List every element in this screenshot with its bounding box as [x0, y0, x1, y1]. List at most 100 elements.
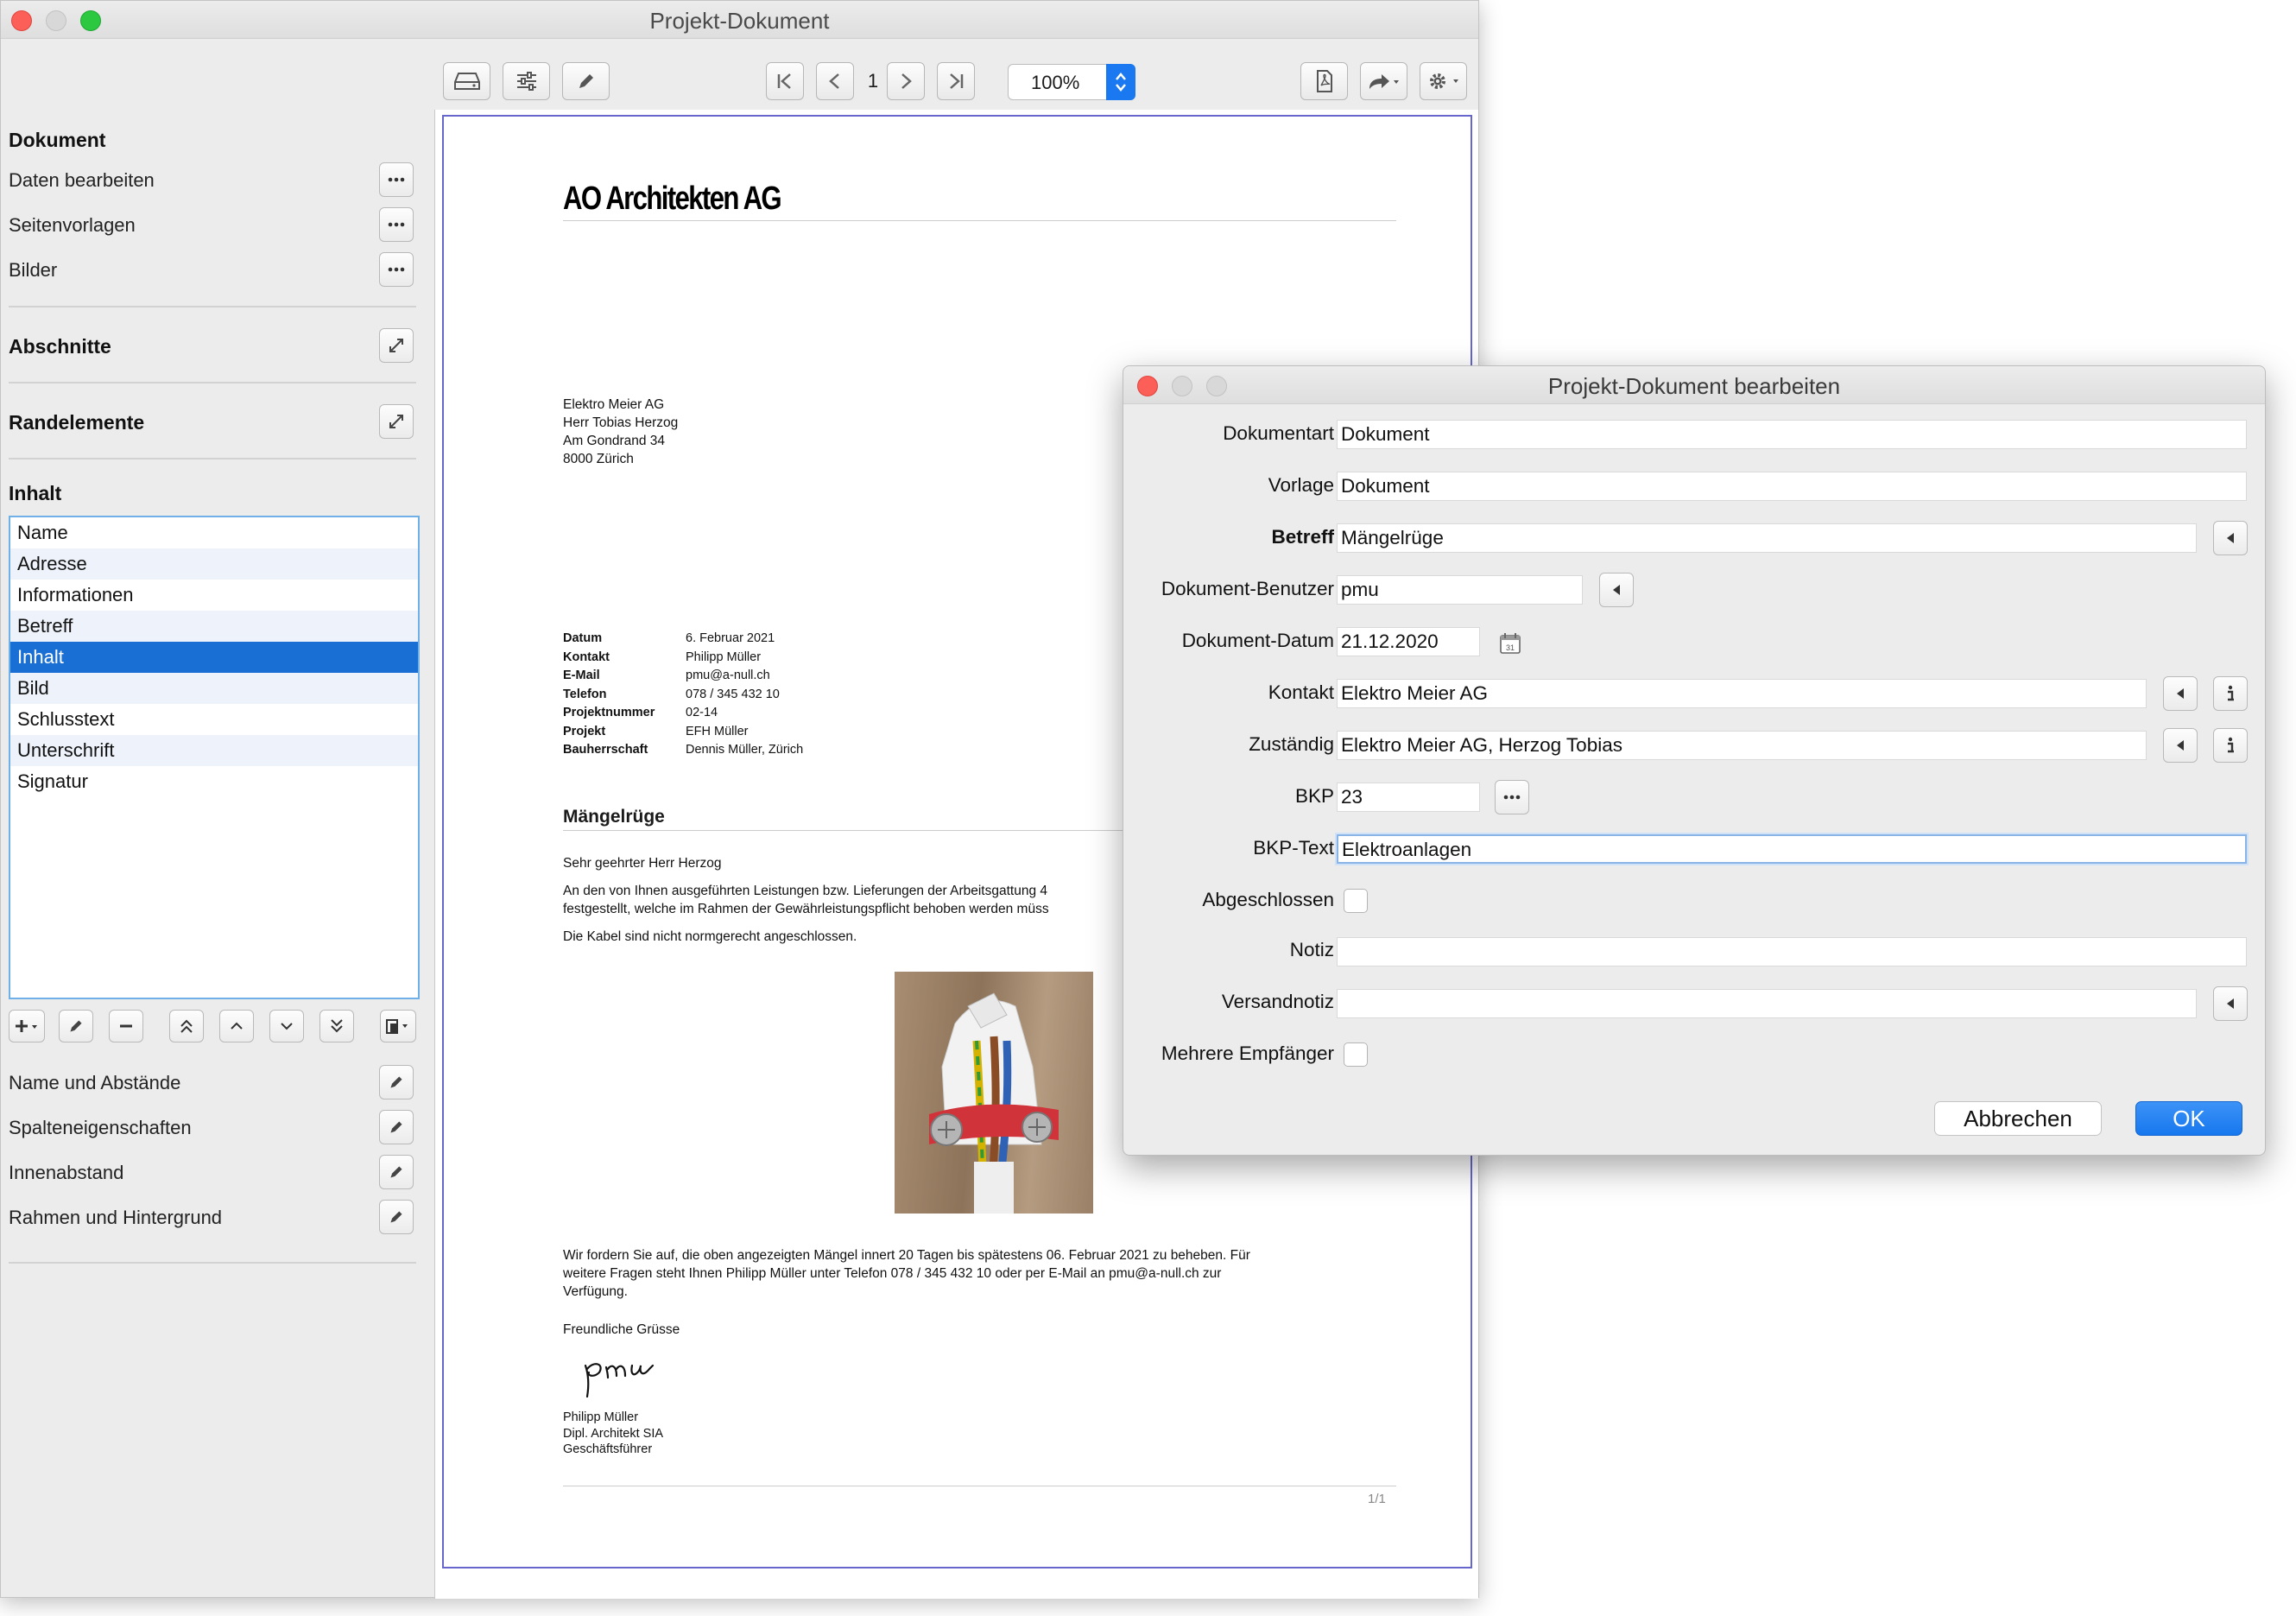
- double-chevron-down-icon: [331, 1019, 343, 1033]
- settings-sliders-button[interactable]: [503, 62, 550, 100]
- paste-button[interactable]: [380, 1010, 416, 1042]
- notiz-field[interactable]: [1337, 937, 2247, 966]
- info-label: E-Mail: [563, 669, 600, 682]
- ok-button[interactable]: OK: [2135, 1101, 2242, 1136]
- bilder-button[interactable]: [379, 252, 414, 287]
- abgeschlossen-checkbox[interactable]: [1344, 889, 1368, 913]
- spalteneigenschaften-edit-button[interactable]: [379, 1110, 414, 1144]
- divider: [9, 458, 416, 459]
- kontakt-info-button[interactable]: [2213, 676, 2248, 711]
- closing-line: Wir fordern Sie auf, die oben angezeigte…: [563, 1248, 1250, 1263]
- dialog-title: Projekt-Dokument bearbeiten: [1547, 373, 1841, 399]
- pencil-icon: [390, 1211, 402, 1223]
- list-item[interactable]: Bild: [10, 673, 418, 704]
- main-titlebar: Projekt-Dokument: [1, 1, 1478, 39]
- info-label: Bauherrschaft: [563, 743, 648, 757]
- ellipsis-icon: [388, 222, 405, 227]
- chevron-down-icon: [281, 1023, 293, 1030]
- gear-menu-button[interactable]: [1420, 62, 1467, 100]
- datum-field[interactable]: 21.12.2020: [1337, 627, 1480, 656]
- section-randelemente-heading: Randelemente: [9, 411, 145, 434]
- up-down-chevron-icon: [1116, 73, 1126, 92]
- previous-page-button[interactable]: [816, 62, 854, 100]
- list-item[interactable]: Betreff: [10, 611, 418, 642]
- kontakt-field[interactable]: Elektro Meier AG: [1337, 679, 2147, 708]
- randelemente-expand-button[interactable]: [379, 404, 414, 439]
- list-item[interactable]: Signatur: [10, 766, 418, 797]
- list-item[interactable]: Inhalt: [10, 642, 418, 673]
- info-value: 02-14: [686, 706, 718, 719]
- content-list[interactable]: Name Adresse Informationen Betreff Inhalt Bil…: [9, 516, 420, 999]
- benutzer-label: Dokument-Benutzer: [1161, 578, 1334, 599]
- seitenvorlagen-button[interactable]: [379, 207, 414, 242]
- divider: [9, 1262, 416, 1264]
- list-item[interactable]: Adresse: [10, 548, 418, 580]
- zoom-select[interactable]: 100%: [1008, 64, 1135, 100]
- body-line: Die Kabel sind nicht normgerecht angesch…: [563, 929, 857, 944]
- page-number: 1: [867, 70, 879, 92]
- bkp-browse-button[interactable]: [1495, 780, 1529, 814]
- innenabstand-edit-button[interactable]: [379, 1155, 414, 1189]
- calendar-button[interactable]: 31: [1493, 626, 1528, 661]
- share-button[interactable]: [1360, 62, 1407, 100]
- zustaendig-info-button[interactable]: [2213, 728, 2248, 763]
- betreff-picker-button[interactable]: [2213, 521, 2248, 555]
- zustaendig-picker-button[interactable]: [2163, 728, 2198, 763]
- benutzer-picker-button[interactable]: [1599, 573, 1634, 607]
- add-item-button[interactable]: [9, 1010, 45, 1042]
- dialog-titlebar: Projekt-Dokument bearbeiten: [1123, 366, 2265, 404]
- section-abschnitte-heading: Abschnitte: [9, 335, 111, 358]
- rahmen-und-hintergrund-edit-button[interactable]: [379, 1200, 414, 1234]
- edit-item-button[interactable]: [59, 1010, 93, 1042]
- vorlage-field[interactable]: Dokument: [1337, 472, 2247, 501]
- remove-item-button[interactable]: [109, 1010, 143, 1042]
- list-item[interactable]: Name: [10, 517, 418, 548]
- share-arrow-icon: [1369, 74, 1399, 89]
- list-item[interactable]: Schlusstext: [10, 704, 418, 735]
- spalteneigenschaften-label: Spalteneigenschaften: [9, 1117, 192, 1138]
- benutzer-field[interactable]: pmu: [1337, 575, 1583, 605]
- cancel-button[interactable]: Abbrechen: [1934, 1101, 2102, 1136]
- zoom-stepper[interactable]: [1106, 64, 1135, 100]
- move-up-button[interactable]: [219, 1010, 254, 1042]
- move-down-button[interactable]: [269, 1010, 304, 1042]
- dokumentart-field[interactable]: Dokument: [1337, 420, 2247, 449]
- list-item[interactable]: Unterschrift: [10, 735, 418, 766]
- bkp-field[interactable]: 23: [1337, 783, 1480, 812]
- closing-line: weitere Fragen steht Ihnen Philipp Mülle…: [563, 1266, 1222, 1281]
- chevron-up-icon: [231, 1022, 243, 1030]
- info-value: EFH Müller: [686, 724, 749, 738]
- notiz-label: Notiz: [1289, 939, 1334, 960]
- mehrere-empfaenger-checkbox[interactable]: [1344, 1042, 1368, 1067]
- edit-button[interactable]: [562, 62, 610, 100]
- zustaendig-field[interactable]: Elektro Meier AG, Herzog Tobias: [1337, 731, 2147, 760]
- handwritten-signature: [573, 1350, 677, 1398]
- betreff-field[interactable]: Mängelrüge: [1337, 523, 2197, 553]
- move-to-top-button[interactable]: [169, 1010, 204, 1042]
- bkp-text-field[interactable]: Elektroanlagen: [1337, 834, 2247, 864]
- name-und-abstaende-edit-button[interactable]: [379, 1065, 414, 1100]
- kontakt-picker-button[interactable]: [2163, 676, 2198, 711]
- zoom-value: 100%: [1031, 72, 1080, 93]
- pencil-icon: [390, 1121, 402, 1133]
- vorlage-label: Vorlage: [1268, 474, 1334, 496]
- daten-bearbeiten-button[interactable]: [379, 162, 414, 197]
- info-value: 6. Februar 2021: [686, 631, 775, 645]
- last-page-icon: [950, 73, 964, 89]
- versandnotiz-picker-button[interactable]: [2213, 986, 2248, 1021]
- name-und-abstaende-label: Name und Abstände: [9, 1072, 181, 1093]
- first-page-button[interactable]: [766, 62, 804, 100]
- versandnotiz-field[interactable]: [1337, 989, 2197, 1018]
- storage-button[interactable]: [443, 62, 490, 100]
- svg-text:31: 31: [1506, 643, 1515, 652]
- edit-dialog: Projekt-Dokument bearbeiten Dokumentart …: [1123, 365, 2266, 1156]
- next-page-button[interactable]: [887, 62, 925, 100]
- signature-image: [584, 1363, 655, 1398]
- move-to-bottom-button[interactable]: [319, 1010, 354, 1042]
- pdf-export-button[interactable]: [1300, 62, 1348, 100]
- last-page-button[interactable]: [937, 62, 975, 100]
- info-value: Dennis Müller, Zürich: [686, 743, 804, 757]
- chevron-right-icon: [901, 73, 912, 89]
- list-item[interactable]: Informationen: [10, 580, 418, 611]
- abschnitte-expand-button[interactable]: [379, 328, 414, 363]
